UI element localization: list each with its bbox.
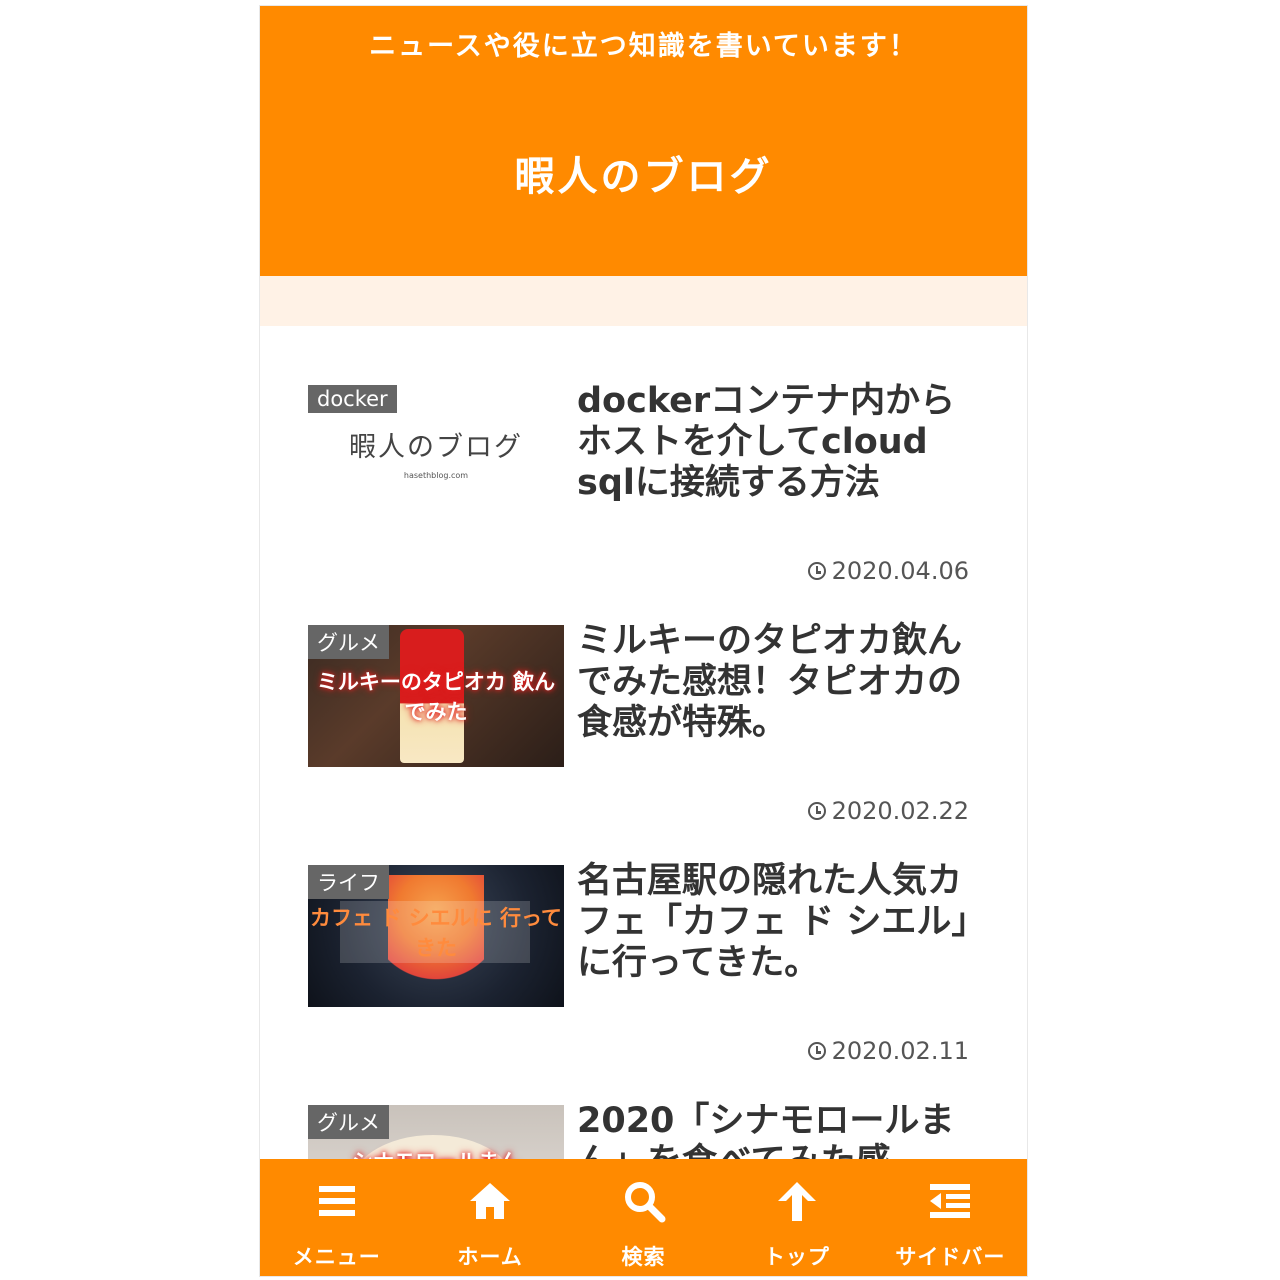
post-thumbnail[interactable]: グルメ ミルキーのタピオカ 飲んでみた [308, 625, 564, 767]
post-title[interactable]: ミルキーのタピオカ飲んでみた感想！タピオカの食感が特殊。 [577, 621, 987, 744]
blog-logo-text: 暇人のブログ [349, 432, 523, 463]
post-card[interactable]: グルメ ミルキーのタピオカ 飲んでみた ミルキーのタピオカ飲んでみた感想！タピオ… [260, 611, 1027, 851]
post-date-text: 2020.02.22 [831, 797, 969, 825]
post-title[interactable]: dockerコンテナ内からホストを介してcloud sqlに接続する方法 [577, 381, 987, 504]
site-tagline: ニュースや役に立つ知識を書いています！ [369, 31, 918, 62]
category-badge: グルメ [308, 625, 389, 659]
sidebar-icon [930, 1184, 971, 1218]
clock-icon [807, 802, 826, 820]
bottom-nav: メニュー ホーム 検索 トップ サイドバー [260, 1159, 1027, 1276]
home-icon [470, 1183, 511, 1219]
nav-home-button[interactable]: ホーム [413, 1159, 566, 1276]
post-thumbnail[interactable]: ライフ カフェ ド シエルに 行ってきた [308, 865, 564, 1007]
post-list: docker 暇人のブログ hasethblog.com dockerコンテナ内… [260, 326, 1027, 1276]
search-icon [624, 1182, 666, 1223]
nav-search-button[interactable]: 検索 [567, 1159, 720, 1276]
clock-icon [807, 1042, 826, 1060]
nav-label: トップ [763, 1245, 830, 1269]
post-date: 2020.02.22 [807, 797, 969, 825]
category-badge: docker [308, 385, 397, 413]
thumbnail-caption: カフェ ド シエルに 行ってきた [310, 906, 562, 960]
post-date-text: 2020.02.11 [831, 1037, 969, 1065]
site-title[interactable]: 暇人のブログ [260, 144, 1027, 202]
category-badge: グルメ [308, 1105, 389, 1139]
post-card[interactable]: ライフ カフェ ド シエルに 行ってきた 名古屋駅の隠れた人気カフェ「カフェ ド… [260, 851, 1027, 1091]
menu-icon [318, 1186, 355, 1216]
post-card[interactable]: docker 暇人のブログ hasethblog.com dockerコンテナ内… [260, 371, 1027, 611]
phone-screen: ニュースや役に立つ知識を書いています！ 暇人のブログ docker 暇人のブログ… [260, 6, 1027, 1276]
site-header: ニュースや役に立つ知識を書いています！ 暇人のブログ [260, 6, 1027, 276]
nav-label: メニュー [292, 1245, 381, 1269]
thumbnail-caption: ミルキーのタピオカ 飲んでみた [316, 670, 556, 724]
post-date: 2020.02.11 [807, 1037, 969, 1065]
blog-url-text: hasethblog.com [403, 471, 469, 480]
header-band [260, 276, 1027, 326]
post-thumbnail[interactable]: docker 暇人のブログ hasethblog.com [308, 385, 564, 527]
nav-top-button[interactable]: トップ [720, 1159, 873, 1276]
nav-menu-button[interactable]: メニュー [260, 1159, 413, 1276]
post-date: 2020.04.06 [807, 557, 969, 585]
nav-label: サイドバー [895, 1245, 1006, 1269]
arrow-up-icon [777, 1182, 816, 1221]
nav-label: ホーム [457, 1245, 523, 1269]
post-date-text: 2020.04.06 [831, 557, 969, 585]
nav-sidebar-button[interactable]: サイドバー [874, 1159, 1027, 1276]
nav-label: 検索 [621, 1245, 666, 1269]
category-badge: ライフ [308, 865, 389, 899]
clock-icon [807, 562, 826, 580]
post-title[interactable]: 名古屋駅の隠れた人気カフェ「カフェ ド シエル」に行ってきた。 [577, 861, 987, 984]
